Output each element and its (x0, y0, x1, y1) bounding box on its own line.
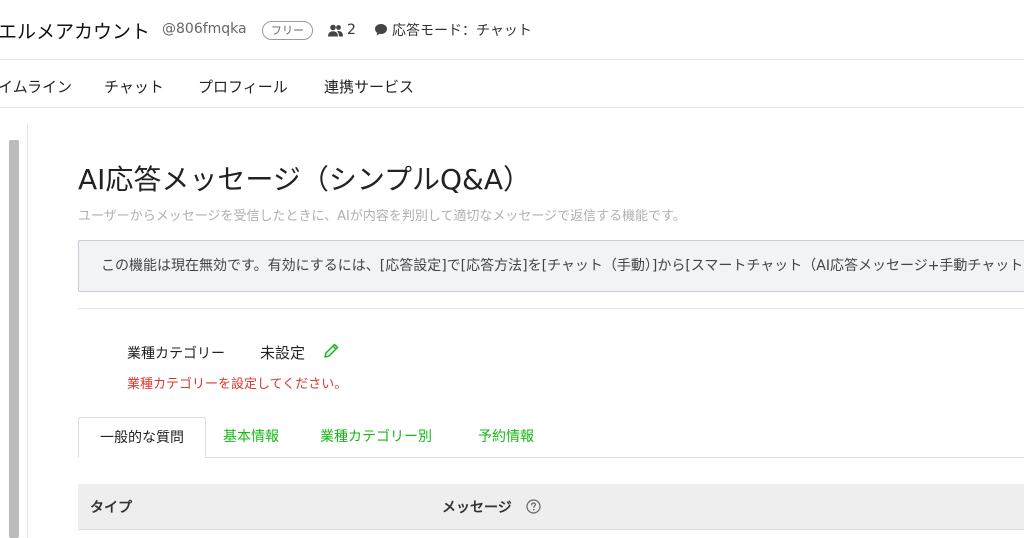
tab-bar: 一般的な質問 基本情報 業種カテゴリー別 予約情報 (78, 417, 1024, 458)
divider (78, 308, 1024, 309)
page-title: AI応答メッセージ（シンプルQ&A） (78, 163, 532, 196)
page-description: ユーザーからメッセージを受信したときに、AIが内容を判別して適切なメッセージで返… (78, 209, 686, 224)
people-icon (328, 24, 343, 36)
nav-item-timeline[interactable]: イムライン (0, 76, 72, 97)
friends-count[interactable]: 2 (328, 20, 356, 40)
nav-item-chat[interactable]: チャット (104, 76, 164, 97)
tab-general-questions[interactable]: 一般的な質問 (78, 417, 206, 458)
pencil-edit-icon[interactable] (322, 342, 340, 360)
category-error-message: 業種カテゴリーを設定してください。 (127, 377, 348, 392)
tab-basic-info[interactable]: 基本情報 (223, 417, 279, 458)
scrollbar-thumb[interactable] (9, 140, 19, 538)
category-label: 業種カテゴリー (127, 346, 225, 362)
response-mode-text: 応答モード：チャット (392, 23, 532, 39)
disabled-notice: この機能は現在無効です。有効にするには、[応答設定]で[応答方法]を[チャット（… (78, 240, 1024, 292)
response-mode[interactable]: 応答モード：チャット (374, 20, 532, 40)
account-header: エルメアカウント @806fmqka フリー 2 応答モード：チャット (0, 0, 1024, 60)
column-header-message: メッセージ (442, 500, 512, 516)
main-nav: イムライン チャット プロフィール 連携サービス (0, 60, 1024, 108)
help-question-icon[interactable] (526, 499, 541, 514)
account-id: @806fmqka (162, 21, 247, 37)
category-value: 未設定 (260, 344, 306, 362)
nav-item-integrations[interactable]: 連携サービス (324, 76, 414, 97)
friends-count-value: 2 (347, 22, 356, 38)
tab-reservation-info[interactable]: 予約情報 (478, 417, 534, 458)
column-header-type: タイプ (90, 500, 132, 516)
chat-bubble-icon (375, 24, 387, 36)
nav-item-profile[interactable]: プロフィール (198, 76, 288, 97)
tab-by-industry[interactable]: 業種カテゴリー別 (320, 417, 432, 458)
plan-badge: フリー (262, 21, 313, 40)
account-name: エルメアカウント (0, 21, 151, 43)
table-header: タイプ メッセージ (78, 484, 1024, 530)
